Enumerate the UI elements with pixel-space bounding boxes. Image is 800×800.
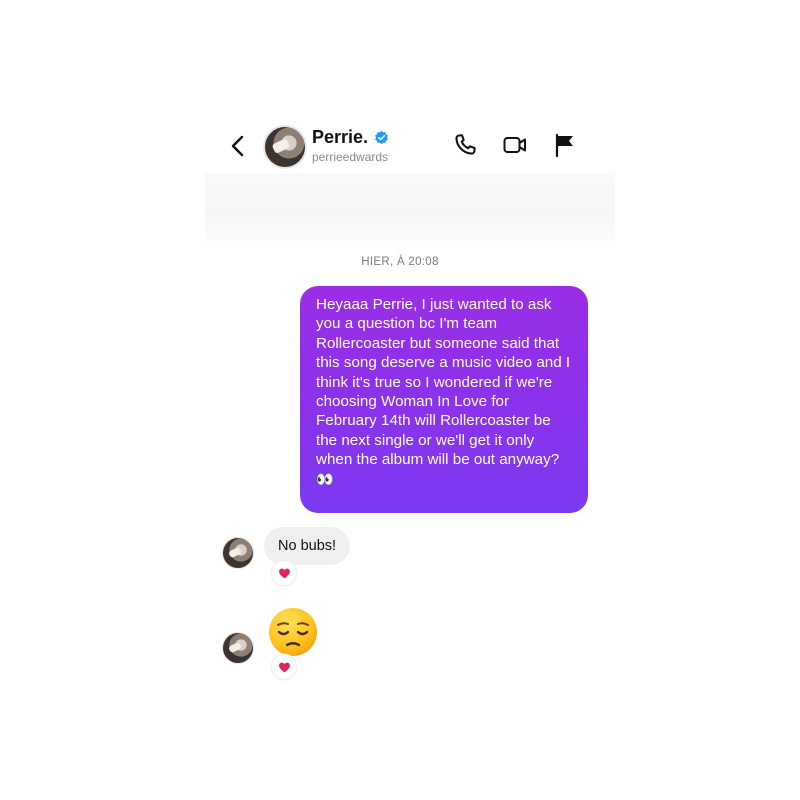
contact-handle: perrieedwards bbox=[312, 150, 389, 164]
contact-name-row[interactable]: Perrie. bbox=[312, 127, 389, 148]
received-message-text: No bubs! bbox=[278, 538, 337, 554]
received-emoji-message[interactable] bbox=[267, 606, 319, 658]
message-timestamp: HIER, À 20:08 bbox=[361, 256, 439, 268]
blurred-area bbox=[205, 173, 615, 241]
message-reaction[interactable] bbox=[272, 561, 296, 585]
received-message-bubble[interactable]: No bubs! bbox=[264, 527, 351, 565]
sender-avatar[interactable] bbox=[222, 537, 254, 569]
sent-message-bubble[interactable]: Heyaaa Perrie, I just wanted to ask you … bbox=[300, 286, 588, 513]
message-reaction[interactable] bbox=[272, 655, 296, 679]
video-camera-icon bbox=[503, 137, 526, 153]
contact-name: Perrie. bbox=[312, 127, 369, 147]
back-chevron-icon bbox=[231, 135, 244, 157]
flag-icon bbox=[555, 133, 573, 158]
red-heart-icon bbox=[278, 662, 290, 672]
video-call-button[interactable] bbox=[502, 132, 528, 158]
eyes-emoji: 👀 bbox=[316, 470, 334, 487]
report-button[interactable] bbox=[552, 132, 578, 158]
call-button[interactable] bbox=[452, 132, 478, 158]
phone-icon bbox=[455, 134, 476, 155]
sent-message-text: Heyaaa Perrie, I just wanted to ask you … bbox=[316, 296, 571, 469]
red-heart-icon bbox=[278, 568, 290, 578]
back-button[interactable] bbox=[226, 131, 250, 161]
sender-avatar[interactable] bbox=[222, 632, 254, 664]
pensive-face-emoji bbox=[269, 608, 317, 656]
dm-screen: Perrie. perrieedwards HIER, À 20:08 Heya… bbox=[0, 0, 800, 800]
header-avatar[interactable] bbox=[263, 125, 307, 169]
verified-badge-icon bbox=[375, 130, 388, 145]
